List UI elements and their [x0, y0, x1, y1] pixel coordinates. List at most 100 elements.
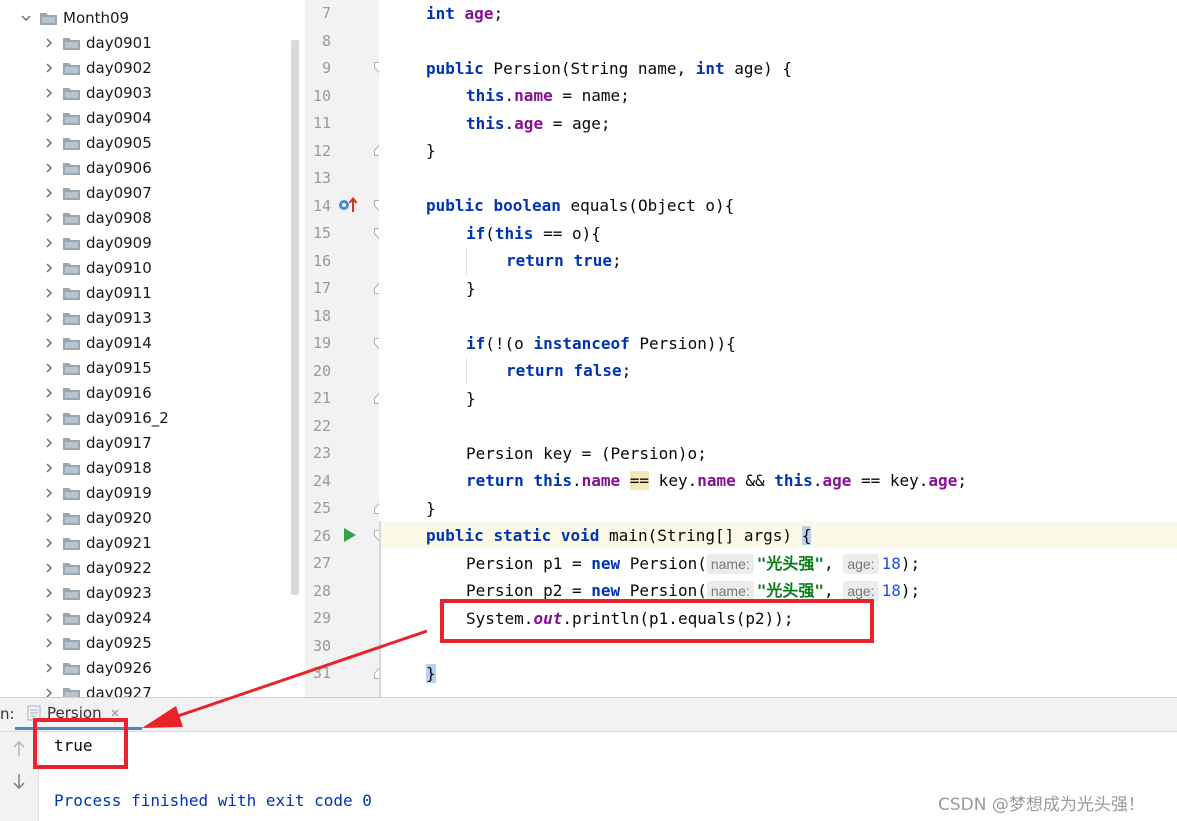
tree-item-label: day0925	[86, 633, 152, 652]
folder-icon	[63, 611, 80, 625]
code-line-31: }	[426, 664, 436, 683]
code-line-12: }	[426, 141, 436, 160]
run-icon[interactable]	[343, 527, 357, 543]
chevron-right-icon[interactable]	[41, 385, 57, 401]
line-number: 24	[312, 471, 331, 490]
folder-icon	[63, 161, 80, 175]
tree-item[interactable]: day0907	[41, 180, 152, 205]
tree-item[interactable]: day0921	[41, 530, 152, 555]
folder-icon	[63, 636, 80, 650]
tree-item[interactable]: day0901	[41, 30, 152, 55]
tree-item[interactable]: day0910	[41, 255, 152, 280]
folder-icon	[63, 436, 80, 450]
line-number: 19	[312, 334, 331, 352]
chevron-right-icon[interactable]	[41, 610, 57, 626]
chevron-right-icon[interactable]	[41, 585, 57, 601]
tree-item[interactable]: day0922	[41, 555, 152, 580]
chevron-right-icon[interactable]	[41, 210, 57, 226]
folder-icon	[63, 386, 80, 400]
editor-gutter: 7 8 9 10 11 12 13 14 15 16 17 18 19 20 21 22 23 24 25 26 27 2…	[305, 0, 384, 697]
tree-item-label: day0913	[86, 308, 152, 327]
param-hint-age: age:	[843, 554, 879, 574]
annotation-box-output	[33, 718, 128, 769]
tree-item-label: day0907	[86, 183, 152, 202]
tree-item[interactable]: day0924	[41, 605, 152, 630]
line-number: 7	[321, 4, 331, 22]
chevron-right-icon[interactable]	[41, 435, 57, 451]
tree-item[interactable]: day0915	[41, 355, 152, 380]
chevron-right-icon[interactable]	[41, 285, 57, 301]
tree-item[interactable]: day0904	[41, 105, 152, 130]
tree-item[interactable]: day0913	[41, 305, 152, 330]
tree-scrollbar[interactable]	[291, 40, 299, 595]
indent-guide	[466, 248, 467, 275]
tree-item[interactable]: day0903	[41, 80, 152, 105]
tree-item[interactable]: day0908	[41, 205, 152, 230]
tree-item[interactable]: day0906	[41, 155, 152, 180]
param-hint-name: name:	[706, 554, 754, 574]
tree-item[interactable]: day0927	[41, 680, 152, 697]
tree-item[interactable]: day0902	[41, 55, 152, 80]
chevron-right-icon[interactable]	[41, 60, 57, 76]
folder-icon	[63, 586, 80, 600]
tree-item-label: day0924	[86, 608, 152, 627]
override-method-icon[interactable]	[338, 196, 358, 214]
tree-item[interactable]: day0918	[41, 455, 152, 480]
chevron-right-icon[interactable]	[41, 135, 57, 151]
chevron-down-icon[interactable]	[18, 10, 34, 26]
tree-root-month09[interactable]: Month09	[18, 5, 129, 30]
tree-item[interactable]: day0916_2	[41, 405, 169, 430]
annotation-box-println	[440, 599, 874, 643]
chevron-right-icon[interactable]	[41, 110, 57, 126]
line-number: 12	[312, 141, 331, 160]
chevron-right-icon[interactable]	[41, 685, 57, 697]
folder-icon	[40, 11, 57, 25]
line-number: 28	[312, 581, 331, 600]
chevron-right-icon[interactable]	[41, 85, 57, 101]
line-number: 13	[312, 169, 331, 187]
chevron-right-icon[interactable]	[41, 235, 57, 251]
tree-item[interactable]: day0925	[41, 630, 152, 655]
folder-icon	[63, 111, 80, 125]
tree-item[interactable]: day0923	[41, 580, 152, 605]
tree-item[interactable]: day0920	[41, 505, 152, 530]
folder-icon	[63, 661, 80, 675]
tree-item[interactable]: day0916	[41, 380, 152, 405]
tree-item-label: day0917	[86, 433, 152, 452]
chevron-right-icon[interactable]	[41, 560, 57, 576]
tree-item[interactable]: day0905	[41, 130, 152, 155]
code-line-9: public Persion(String name, int age) {	[426, 59, 793, 78]
project-tree: Month09 day0901 day0902 day0903 day0904 day0…	[0, 0, 305, 697]
arrow-up-icon[interactable]	[11, 740, 27, 758]
chevron-right-icon[interactable]	[41, 160, 57, 176]
tree-item[interactable]: day0914	[41, 330, 152, 355]
chevron-right-icon[interactable]	[41, 460, 57, 476]
chevron-right-icon[interactable]	[41, 185, 57, 201]
chevron-right-icon[interactable]	[41, 485, 57, 501]
arrow-down-icon[interactable]	[11, 772, 27, 790]
indent-guide	[466, 358, 467, 385]
tree-item[interactable]: day0917	[41, 430, 152, 455]
chevron-right-icon[interactable]	[41, 310, 57, 326]
tree-item[interactable]: day0909	[41, 230, 152, 255]
tree-item[interactable]: day0919	[41, 480, 152, 505]
method-separator	[379, 521, 381, 697]
close-icon[interactable]	[110, 708, 120, 718]
chevron-right-icon[interactable]	[41, 660, 57, 676]
code-line-17: }	[466, 279, 476, 298]
chevron-right-icon[interactable]	[41, 510, 57, 526]
chevron-right-icon[interactable]	[41, 635, 57, 651]
code-editor[interactable]: int age; public Persion(String name, int…	[379, 0, 1177, 697]
tree-item[interactable]: day0911	[41, 280, 152, 305]
chevron-right-icon[interactable]	[41, 410, 57, 426]
chevron-right-icon[interactable]	[41, 260, 57, 276]
tree-item-label: day0916_2	[86, 408, 169, 427]
chevron-right-icon[interactable]	[41, 35, 57, 51]
chevron-right-icon[interactable]	[41, 360, 57, 376]
tree-root-label: Month09	[63, 8, 130, 27]
chevron-right-icon[interactable]	[41, 335, 57, 351]
chevron-right-icon[interactable]	[41, 535, 57, 551]
folder-icon	[63, 211, 80, 225]
folder-icon	[63, 236, 80, 250]
tree-item[interactable]: day0926	[41, 655, 152, 680]
